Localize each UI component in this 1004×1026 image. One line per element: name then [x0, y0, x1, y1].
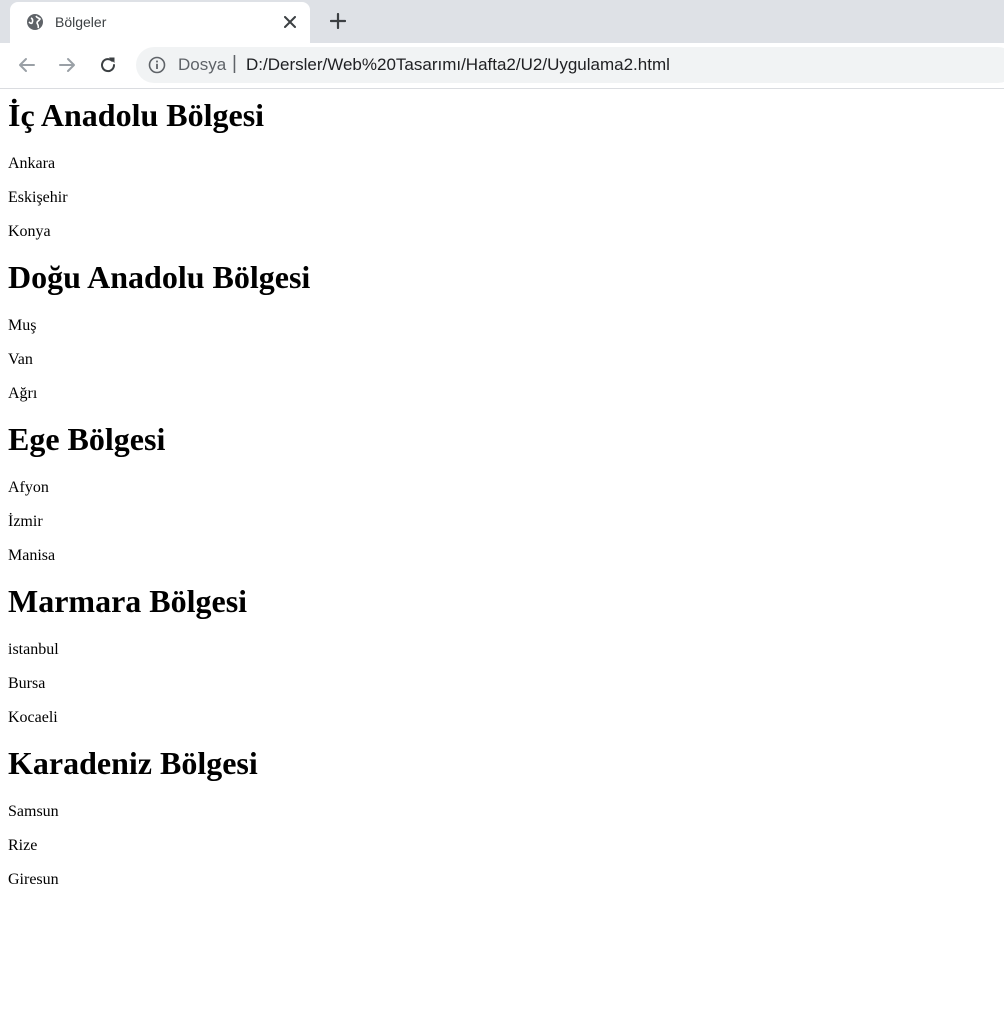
- city-list: istanbul Bursa Kocaeli: [8, 641, 996, 727]
- close-icon[interactable]: [280, 12, 300, 32]
- region-ege: Ege Bölgesi Afyon İzmir Manisa: [8, 421, 996, 565]
- browser-toolbar: Dosya | D:/Dersler/Web%20Tasarımı/Hafta2…: [0, 43, 1004, 89]
- address-bar[interactable]: Dosya | D:/Dersler/Web%20Tasarımı/Hafta2…: [136, 47, 1004, 83]
- info-icon[interactable]: [148, 56, 166, 74]
- forward-arrow-icon[interactable]: [54, 52, 80, 78]
- region-dogu-anadolu: Doğu Anadolu Bölgesi Muş Van Ağrı: [8, 259, 996, 403]
- city-item: Kocaeli: [8, 709, 58, 726]
- region-marmara: Marmara Bölgesi istanbul Bursa Kocaeli: [8, 583, 996, 727]
- region-heading: Marmara Bölgesi: [8, 583, 248, 619]
- city-item: Ankara: [8, 155, 56, 172]
- browser-tab[interactable]: Bölgeler: [10, 2, 310, 43]
- city-item: Eskişehir: [8, 189, 68, 206]
- city-item: Van: [8, 351, 33, 368]
- reload-icon[interactable]: [95, 52, 121, 78]
- globe-icon: [26, 13, 44, 31]
- region-heading: Ege Bölgesi: [8, 421, 166, 457]
- city-item: istanbul: [8, 641, 59, 658]
- city-list: Samsun Rize Giresun: [8, 803, 996, 889]
- tab-title: Bölgeler: [55, 14, 107, 30]
- page-viewport: İç Anadolu Bölgesi Ankara Eskişehir Kony…: [0, 89, 1004, 1026]
- city-item: Manisa: [8, 547, 56, 564]
- city-list: Afyon İzmir Manisa: [8, 479, 996, 565]
- city-item: Samsun: [8, 803, 59, 820]
- page-content: İç Anadolu Bölgesi Ankara Eskişehir Kony…: [0, 97, 1004, 889]
- city-item: Rize: [8, 837, 38, 854]
- file-scheme-label: Dosya: [178, 55, 227, 74]
- city-list: Muş Van Ağrı: [8, 317, 996, 403]
- city-item: İzmir: [8, 513, 43, 530]
- region-heading: Doğu Anadolu Bölgesi: [8, 259, 311, 295]
- region-karadeniz: Karadeniz Bölgesi Samsun Rize Giresun: [8, 745, 996, 889]
- tab-strip: Bölgeler: [0, 0, 1004, 43]
- city-item: Ağrı: [8, 385, 38, 402]
- url-text[interactable]: D:/Dersler/Web%20Tasarımı/Hafta2/U2/Uygu…: [246, 55, 670, 75]
- back-arrow-icon[interactable]: [14, 52, 40, 78]
- city-item: Muş: [8, 317, 37, 334]
- city-item: Bursa: [8, 675, 46, 692]
- region-ic-anadolu: İç Anadolu Bölgesi Ankara Eskişehir Kony…: [8, 97, 996, 241]
- city-item: Giresun: [8, 871, 59, 888]
- region-heading: Karadeniz Bölgesi: [8, 745, 258, 781]
- new-tab-icon[interactable]: [325, 8, 351, 34]
- region-heading: İç Anadolu Bölgesi: [8, 97, 265, 133]
- city-item: Afyon: [8, 479, 49, 496]
- scheme-separator: |: [232, 53, 237, 74]
- city-list: Ankara Eskişehir Konya: [8, 155, 996, 241]
- city-item: Konya: [8, 223, 51, 240]
